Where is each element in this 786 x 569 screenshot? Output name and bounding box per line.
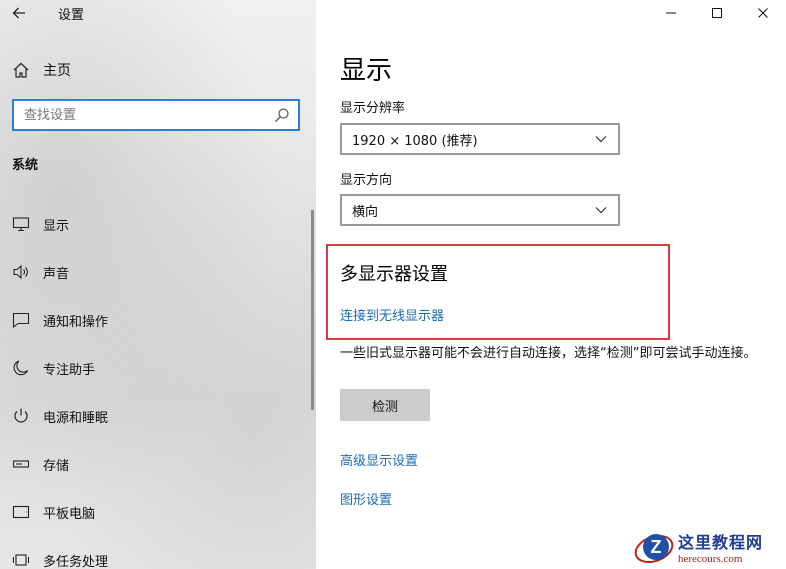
home-icon <box>13 62 29 78</box>
sidebar-item-sound[interactable]: 声音 <box>0 248 310 296</box>
search-box[interactable] <box>12 99 300 131</box>
section-title: 系统 <box>12 158 39 173</box>
power-icon <box>14 408 28 423</box>
orientation-dropdown[interactable]: 横向 <box>340 194 620 226</box>
back-button[interactable] <box>8 2 30 24</box>
detect-description: 一些旧式显示器可能不会进行自动连接，选择“检测”即可尝试手动连接。 <box>340 346 757 361</box>
sidebar-item-label: 显示 <box>43 218 70 234</box>
orientation-label: 显示方向 <box>340 173 393 188</box>
sidebar-item-label: 主页 <box>43 63 71 79</box>
sidebar-item-display[interactable]: 显示 <box>0 200 310 248</box>
main-pane: 显示 显示分辨率 1920 × 1080 (推荐) 显示方向 横向 多显示器设置… <box>316 0 786 569</box>
sidebar-item-home[interactable]: 主页 <box>12 59 71 81</box>
notification-icon <box>12 312 30 329</box>
app-title: 设置 <box>58 8 85 23</box>
moon-icon <box>13 360 29 376</box>
svg-text:Z: Z <box>651 537 662 557</box>
title-bar: 设置 <box>0 0 316 26</box>
close-button[interactable] <box>740 0 786 26</box>
advanced-display-settings-link[interactable]: 高级显示设置 <box>340 450 418 469</box>
minimize-button[interactable] <box>648 0 694 26</box>
detect-button[interactable]: 检测 <box>340 389 430 421</box>
resolution-dropdown[interactable]: 1920 × 1080 (推荐) <box>340 123 620 155</box>
maximize-button[interactable] <box>694 0 740 26</box>
sidebar-item-tablet[interactable]: 平板电脑 <box>0 488 310 536</box>
close-icon <box>758 8 768 18</box>
sidebar-item-focus-assist[interactable]: 专注助手 <box>0 344 310 392</box>
watermark: Z 这里教程网 herecours.com <box>632 525 782 569</box>
sidebar-nav: 显示 声音 通知和操作 专注助手 电源和睡眠 存储 平板电脑 多任务处理 <box>0 200 310 569</box>
tablet-icon <box>12 505 30 519</box>
multitask-icon <box>12 554 30 566</box>
sidebar-item-notifications[interactable]: 通知和操作 <box>0 296 310 344</box>
watermark-logo-icon: Z <box>634 534 674 564</box>
sidebar-item-storage[interactable]: 存储 <box>0 440 310 488</box>
window-controls <box>648 0 786 26</box>
orientation-value: 横向 <box>352 204 379 220</box>
sidebar-item-label: 专注助手 <box>43 362 96 378</box>
minimize-icon <box>666 12 676 14</box>
sidebar-item-label: 存储 <box>43 458 70 474</box>
connect-wireless-display-link[interactable]: 连接到无线显示器 <box>340 305 444 324</box>
chevron-down-icon <box>595 136 607 143</box>
sidebar-item-power-sleep[interactable]: 电源和睡眠 <box>0 392 310 440</box>
chevron-down-icon <box>595 207 607 214</box>
sidebar-item-label: 多任务处理 <box>43 554 109 569</box>
highlight-box <box>326 244 670 340</box>
monitor-icon <box>12 217 30 232</box>
resolution-value: 1920 × 1080 (推荐) <box>352 133 478 149</box>
sidebar-item-label: 平板电脑 <box>43 506 96 522</box>
page-title: 显示 <box>340 56 393 86</box>
back-arrow-icon <box>12 7 25 19</box>
search-icon[interactable] <box>274 107 290 123</box>
watermark-name: 这里教程网 <box>678 533 764 552</box>
maximize-icon <box>712 8 722 18</box>
watermark-url: herecours.com <box>678 553 743 565</box>
storage-icon <box>12 460 30 468</box>
search-input[interactable] <box>14 101 274 129</box>
sidebar-item-label: 电源和睡眠 <box>43 410 109 426</box>
multi-display-title: 多显示器设置 <box>340 264 448 285</box>
sidebar-item-label: 通知和操作 <box>43 314 109 330</box>
sidebar: 设置 主页 系统 显示 声音 通知和操作 专注助手 电源和睡眠 <box>0 0 316 569</box>
sidebar-item-multitasking[interactable]: 多任务处理 <box>0 536 310 569</box>
graphics-settings-link[interactable]: 图形设置 <box>340 489 392 508</box>
sidebar-item-label: 声音 <box>43 266 70 282</box>
speaker-icon <box>13 264 28 280</box>
resolution-label: 显示分辨率 <box>340 101 406 116</box>
sidebar-scrollbar[interactable] <box>311 210 314 410</box>
